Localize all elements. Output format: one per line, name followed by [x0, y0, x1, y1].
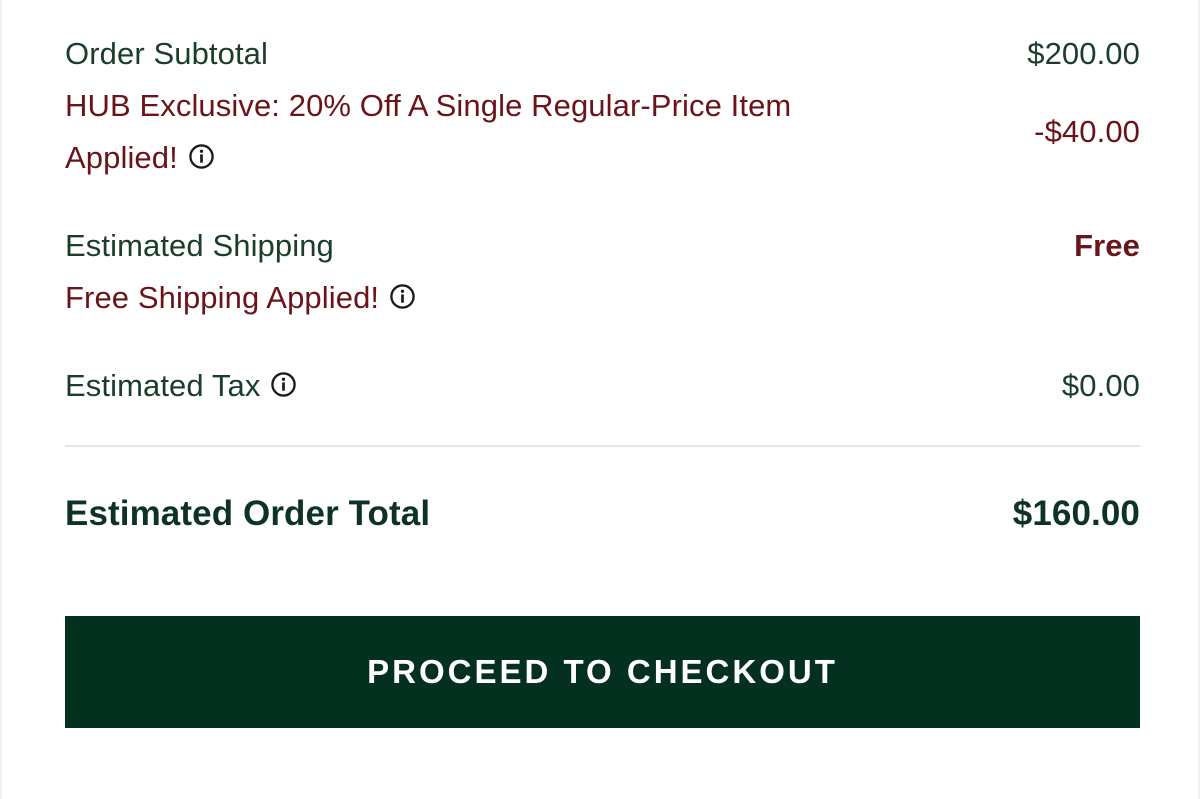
shipping-value: Free	[1074, 228, 1140, 263]
discount-value: -$40.00	[1034, 114, 1140, 149]
free-shipping-line: Free Shipping Applied!	[65, 278, 416, 318]
summary-divider	[65, 445, 1140, 447]
info-icon[interactable]	[188, 143, 215, 170]
tax-label: Estimated Tax	[65, 368, 261, 403]
discount-description: HUB Exclusive: 20% Off A Single Regular-…	[65, 88, 792, 123]
discount-applied-text: Applied!	[65, 140, 178, 175]
shipping-label: Estimated Shipping	[65, 228, 334, 263]
subtotal-value: $200.00	[1027, 36, 1140, 71]
order-summary: Order Subtotal $200.00 HUB Exclusive: 20…	[65, 0, 1140, 799]
left-edge-border	[0, 0, 2, 799]
free-shipping-text: Free Shipping Applied!	[65, 280, 380, 315]
tax-value: $0.00	[1061, 368, 1140, 403]
proceed-to-checkout-button[interactable]: PROCEED TO CHECKOUT	[65, 616, 1140, 728]
order-total-label: Estimated Order Total	[65, 494, 431, 533]
info-icon[interactable]	[270, 371, 297, 398]
tax-line: Estimated Tax	[65, 366, 297, 406]
discount-applied-line: Applied!	[65, 138, 215, 178]
subtotal-label: Order Subtotal	[65, 36, 269, 71]
order-total-value: $160.00	[1012, 494, 1140, 533]
info-icon[interactable]	[389, 283, 416, 310]
